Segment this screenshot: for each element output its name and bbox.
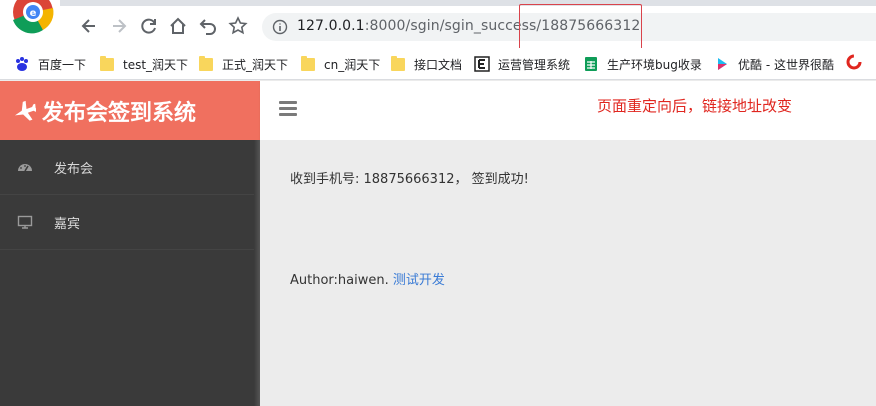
bookmark-label: 运营管理系统	[498, 57, 571, 72]
bookmark-prod[interactable]: 正式_润天下	[198, 54, 288, 74]
bookmark-test[interactable]: test_润天下	[99, 54, 188, 74]
browser-logo-icon: e	[13, 0, 54, 34]
browser-window: e 127.0.0.1:8000/sgin/sgin_success/18875…	[0, 0, 876, 406]
bookmark-bugs[interactable]: 生产环境bug收录	[583, 54, 702, 74]
dashboard-icon	[18, 164, 32, 172]
undo-button[interactable]	[197, 15, 219, 37]
sidebar: 发布会 嘉宾	[0, 140, 260, 406]
sheet-icon	[585, 57, 597, 71]
reload-button[interactable]	[138, 15, 160, 37]
menu-toggle-icon[interactable]	[279, 101, 297, 117]
forward-icon	[113, 19, 127, 33]
reload-icon	[141, 18, 156, 34]
folder-icon	[100, 55, 114, 71]
sidebar-item-label: 发布会	[54, 161, 94, 177]
baidu-icon	[16, 57, 28, 71]
bookmark-youku[interactable]: 优酷 - 这世界很酷	[714, 54, 834, 74]
app-root: 发布会签到系统 页面重定向后，链接地址改变 发布会 嘉宾 收到手机号: 1887…	[0, 81, 876, 406]
overflow-app-icon[interactable]	[846, 54, 862, 70]
main-content: 收到手机号: 18875666312， 签到成功! Author:haiwen.…	[260, 140, 876, 406]
bookmark-label: 百度一下	[38, 57, 87, 72]
bookmark-label: 正式_润天下	[222, 57, 289, 72]
bookmark-api-docs[interactable]: 接口文档	[390, 54, 462, 74]
author-link[interactable]: 测试开发	[393, 273, 445, 288]
annotation-note: 页面重定向后，链接地址改变	[597, 97, 793, 115]
sidebar-item-guests[interactable]: 嘉宾	[0, 195, 260, 250]
bookmark-label: test_润天下	[123, 57, 189, 72]
forward-button[interactable]	[108, 15, 130, 37]
undo-icon	[199, 19, 216, 35]
bookmarks-bar: 百度一下 test_润天下 正式_润天下 cn_润天下 接口文档 运营管理系统 …	[0, 48, 876, 80]
bookmark-label: 生产环境bug收录	[607, 57, 702, 72]
monitor-icon	[17, 215, 33, 229]
home-icon	[170, 17, 186, 34]
top-navbar: 页面重定向后，链接地址改变	[260, 81, 876, 140]
url-host: 127.0.0.1	[297, 18, 365, 34]
plane-icon	[14, 100, 36, 121]
bookmark-label: cn_润天下	[324, 57, 381, 72]
bookmark-cn[interactable]: cn_润天下	[300, 54, 380, 74]
home-button[interactable]	[167, 15, 189, 37]
svg-text:e: e	[30, 8, 37, 19]
info-icon[interactable]	[272, 19, 288, 35]
folder-icon	[199, 55, 213, 71]
youku-icon	[718, 58, 727, 70]
brand-title: 发布会签到系统	[42, 100, 197, 126]
bookmark-label: 优酷 - 这世界很酷	[738, 57, 834, 72]
folder-icon	[301, 55, 315, 71]
tab-strip	[60, 0, 876, 6]
sidebar-item-label: 嘉宾	[54, 216, 81, 232]
browser-toolbar: e 127.0.0.1:8000/sgin/sgin_success/18875…	[0, 0, 876, 58]
bookmark-star-button[interactable]	[227, 15, 249, 37]
star-icon	[228, 16, 248, 35]
bookmark-baidu[interactable]: 百度一下	[14, 54, 86, 74]
bookmark-label: 接口文档	[414, 57, 463, 72]
sidebar-item-events[interactable]: 发布会	[0, 140, 260, 195]
author-label: Author:haiwen.	[290, 273, 389, 288]
bookmark-ops[interactable]: 运营管理系统	[474, 54, 570, 74]
back-icon	[81, 19, 95, 33]
back-button[interactable]	[78, 15, 100, 37]
success-message: 收到手机号: 18875666312， 签到成功!	[290, 172, 529, 187]
e-icon	[474, 56, 490, 72]
folder-icon	[391, 55, 405, 71]
brand-header[interactable]: 发布会签到系统	[0, 81, 260, 140]
author-line: Author:haiwen. 测试开发	[290, 269, 445, 288]
